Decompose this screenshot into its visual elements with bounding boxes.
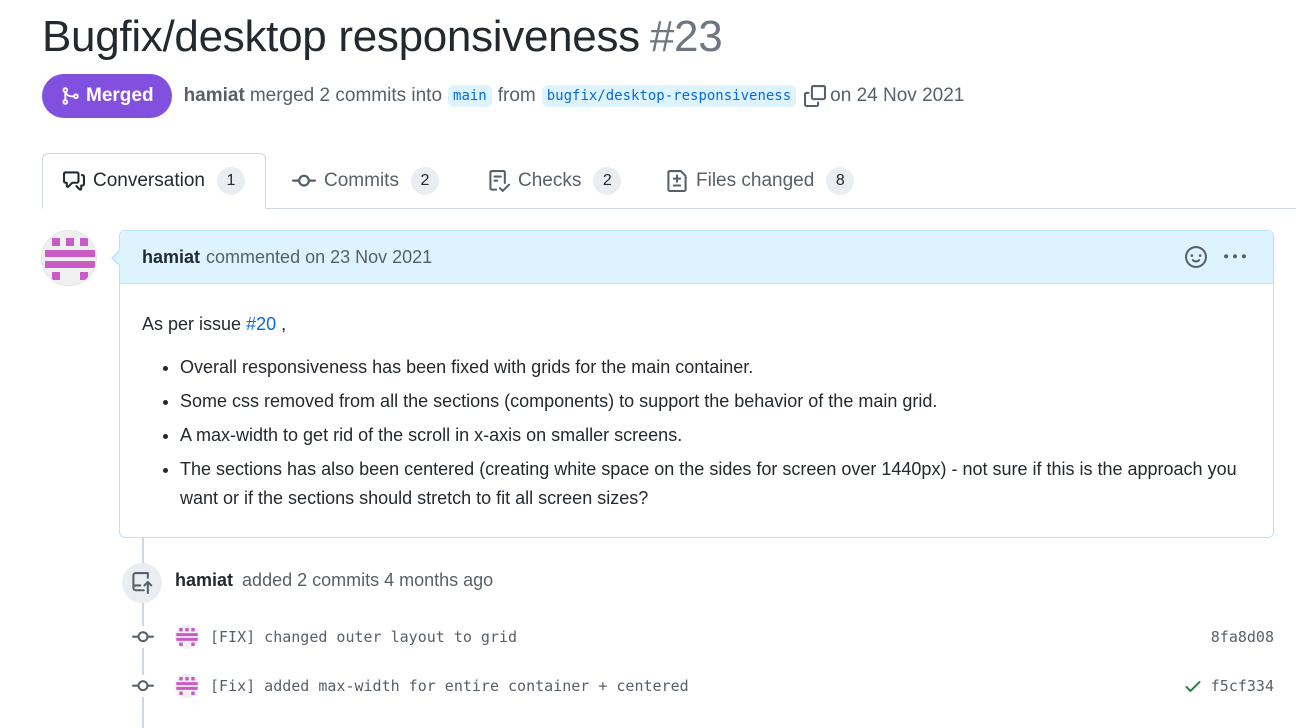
comment-header: hamiat commented on 23 Nov 2021 bbox=[120, 231, 1273, 284]
comment-bullet-list: Overall responsiveness has been fixed wi… bbox=[142, 353, 1251, 513]
kebab-horizontal-icon bbox=[1224, 254, 1246, 259]
tab-label: Files changed bbox=[696, 169, 815, 191]
smiley-icon bbox=[1185, 246, 1207, 268]
comment-actions bbox=[1185, 231, 1247, 283]
commit-message-link[interactable]: [FIX] changed outer layout to grid bbox=[210, 628, 517, 646]
tab-counter: 2 bbox=[593, 166, 622, 195]
head-branch-link[interactable]: bugfix/desktop-responsiveness bbox=[541, 85, 797, 107]
tab-files-changed[interactable]: Files changed 8 bbox=[646, 153, 874, 208]
copy-branch-button[interactable] bbox=[804, 85, 827, 107]
git-commit-icon bbox=[132, 631, 154, 643]
checks-status-button[interactable] bbox=[1183, 676, 1203, 696]
merge-date: on 24 Nov 2021 bbox=[830, 85, 965, 106]
tab-counter: 2 bbox=[410, 166, 439, 195]
tab-checks[interactable]: Checks 2 bbox=[468, 153, 641, 208]
commit-row: [Fix] added max-width for entire contain… bbox=[128, 672, 1274, 700]
commit-meta: f5cf334 bbox=[1183, 676, 1274, 696]
git-merge-icon bbox=[62, 87, 79, 105]
tab-counter: 8 bbox=[826, 166, 855, 195]
from-text: from bbox=[497, 85, 536, 106]
commit-sha-link[interactable]: f5cf334 bbox=[1211, 677, 1274, 695]
intro-text: As per issue bbox=[142, 314, 242, 334]
comment-options-button[interactable] bbox=[1223, 246, 1247, 268]
commit-node bbox=[128, 626, 158, 648]
pr-meta: Merged hamiat merged 2 commits into main… bbox=[42, 74, 964, 118]
identicon-avatar-image bbox=[42, 231, 96, 285]
merged-text: merged 2 commits into bbox=[249, 85, 443, 106]
avatar[interactable] bbox=[175, 674, 199, 698]
commit-meta: 8fa8d08 bbox=[1211, 628, 1274, 646]
identicon-avatar-image bbox=[175, 674, 199, 698]
tab-conversation[interactable]: Conversation 1 bbox=[42, 153, 266, 209]
tab-commits[interactable]: Commits 2 bbox=[272, 153, 459, 208]
pr-title: Bugfix/desktop responsiveness bbox=[42, 12, 640, 61]
comment-intro: As per issue #20 , bbox=[142, 310, 1251, 339]
git-commit-icon bbox=[132, 680, 154, 692]
check-icon bbox=[1185, 681, 1201, 692]
list-item: A max-width to get rid of the scroll in … bbox=[180, 421, 1251, 450]
pr-tabs: Conversation 1 Commits 2 Checks 2 Files … bbox=[42, 153, 1296, 209]
avatar[interactable] bbox=[175, 625, 199, 649]
state-label: Merged bbox=[86, 85, 154, 106]
commit-node bbox=[128, 675, 158, 697]
commits-event-badge bbox=[122, 563, 162, 603]
intro-suffix: , bbox=[281, 314, 287, 334]
issue-link[interactable]: #20 bbox=[246, 314, 276, 334]
avatar[interactable] bbox=[41, 230, 97, 286]
pr-author-link[interactable]: hamiat bbox=[184, 85, 245, 107]
event-description: added 2 commits 4 months ago bbox=[242, 570, 494, 590]
list-item: Some css removed from all the sections (… bbox=[180, 387, 1251, 416]
merged-state-badge: Merged bbox=[42, 74, 172, 118]
event-author-link[interactable]: hamiat bbox=[175, 570, 233, 590]
commit-sha-link[interactable]: 8fa8d08 bbox=[1211, 628, 1274, 646]
identicon-avatar-image bbox=[175, 625, 199, 649]
comment-author-link[interactable]: hamiat bbox=[142, 247, 200, 268]
base-branch-link[interactable]: main bbox=[448, 85, 492, 107]
checklist-icon bbox=[489, 169, 510, 192]
repo-push-icon bbox=[132, 572, 153, 594]
comment-body: As per issue #20 , Overall responsivenes… bbox=[120, 284, 1273, 513]
git-commit-icon bbox=[292, 174, 316, 187]
comment-discussion-icon bbox=[63, 171, 85, 191]
commits-event: hamiat added 2 commits 4 months ago bbox=[175, 570, 493, 591]
add-reaction-button[interactable] bbox=[1185, 246, 1207, 268]
pr-title-row: Bugfix/desktop responsiveness #23 bbox=[42, 12, 723, 62]
file-diff-icon bbox=[667, 169, 687, 192]
tab-label: Commits bbox=[324, 169, 399, 191]
copy-icon bbox=[804, 85, 827, 107]
pr-description-comment: hamiat commented on 23 Nov 2021 As per i… bbox=[111, 230, 1274, 538]
list-item: The sections has also been centered (cre… bbox=[180, 455, 1251, 513]
tab-label: Checks bbox=[518, 169, 582, 191]
comment-timestamp[interactable]: commented on 23 Nov 2021 bbox=[206, 247, 432, 268]
tab-label: Conversation bbox=[93, 170, 205, 191]
list-item: Overall responsiveness has been fixed wi… bbox=[180, 353, 1251, 382]
commit-message-link[interactable]: [Fix] added max-width for entire contain… bbox=[210, 677, 689, 695]
pr-number: #23 bbox=[649, 12, 723, 61]
tab-counter: 1 bbox=[216, 167, 245, 195]
commit-row: [FIX] changed outer layout to grid 8fa8d… bbox=[128, 623, 1274, 651]
